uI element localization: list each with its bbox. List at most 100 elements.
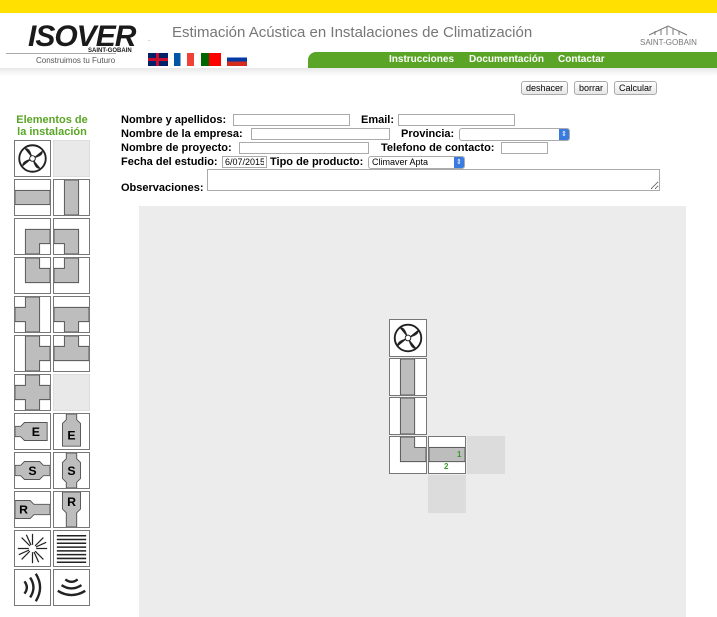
palette-straight-horizontal[interactable] xyxy=(14,179,51,216)
saint-gobain-logo: SAINT-GOBAIN xyxy=(640,24,697,47)
fan-icon xyxy=(393,323,423,353)
producto-select[interactable]: Climaver Apta ⇕ xyxy=(368,156,465,169)
observaciones-textarea[interactable] xyxy=(207,169,660,191)
provincia-label: Provincia: xyxy=(401,128,455,140)
select-arrows-icon: ⇕ xyxy=(559,129,569,140)
design-canvas[interactable]: 1 2 xyxy=(139,206,686,617)
borrar-button[interactable]: borrar xyxy=(574,81,609,95)
nav-contactar[interactable]: Contactar xyxy=(558,54,605,65)
elbow-duct-icon xyxy=(24,228,50,254)
svg-text:R: R xyxy=(19,503,28,517)
fecha-input[interactable] xyxy=(222,156,267,168)
nav-shadow xyxy=(0,68,717,76)
portugal-flag-icon[interactable] xyxy=(200,53,221,66)
proyecto-input[interactable] xyxy=(239,142,369,154)
empresa-label: Nombre de la empresa: xyxy=(121,128,243,140)
svg-text:S: S xyxy=(67,464,75,478)
straight-duct-vertical-icon xyxy=(63,180,80,215)
drop-target-right[interactable] xyxy=(467,436,505,474)
saint-gobain-roof-icon xyxy=(649,25,688,36)
entry-grille-icon: E xyxy=(62,414,81,447)
svg-text:E: E xyxy=(67,429,75,443)
palette-tee-left[interactable] xyxy=(14,296,51,333)
proyecto-label: Nombre de proyecto: xyxy=(121,142,232,154)
palette-elbow-up-right[interactable] xyxy=(14,257,51,294)
empresa-input[interactable] xyxy=(251,128,390,140)
palette-elbow-down-right[interactable] xyxy=(14,218,51,255)
palette-cross[interactable] xyxy=(14,374,51,411)
russia-flag-icon[interactable] xyxy=(227,53,248,66)
straight-duct-horizontal-icon xyxy=(15,189,50,206)
nav-instrucciones[interactable]: Instrucciones xyxy=(389,54,454,65)
connection-label-2: 2 xyxy=(444,462,449,471)
palette-sound-horizontal[interactable] xyxy=(14,569,51,606)
elbow-duct-icon xyxy=(54,258,80,284)
palette-diffuser[interactable] xyxy=(14,530,51,567)
fecha-label: Fecha del estudio: xyxy=(121,156,218,168)
nav-documentacion[interactable]: Documentación xyxy=(469,54,544,65)
partner-logo-text: SAINT-GOBAIN xyxy=(640,38,697,47)
observaciones-label: Observaciones: xyxy=(121,182,204,194)
palette-tee-right[interactable] xyxy=(14,335,51,372)
palette-entry-horizontal[interactable]: E xyxy=(14,413,51,450)
email-label: Email: xyxy=(361,114,395,126)
palette-fan[interactable] xyxy=(14,140,51,177)
select-arrows-icon: ⇕ xyxy=(454,157,464,168)
elbow-duct-icon xyxy=(24,258,50,284)
provincia-select[interactable]: ⇕ xyxy=(459,128,570,141)
tee-duct-icon xyxy=(54,336,89,362)
tee-duct-icon xyxy=(24,336,50,371)
palette-elbow-down-left[interactable] xyxy=(53,218,90,255)
fan-icon xyxy=(18,144,47,173)
palette-straight-vertical[interactable] xyxy=(53,179,90,216)
placed-straight-vertical[interactable] xyxy=(389,358,427,396)
supply-grille-icon: S xyxy=(62,453,81,488)
palette-return-vertical[interactable]: R xyxy=(53,491,90,528)
grille-icon xyxy=(56,534,87,563)
tee-duct-icon xyxy=(15,297,41,332)
elbow-duct-icon xyxy=(399,436,427,463)
palette-supply-horizontal[interactable]: S xyxy=(14,452,51,489)
diffuser-icon xyxy=(17,533,48,564)
isover-logo[interactable]: ISOVER SAINT-GOBAIN xyxy=(28,20,136,54)
france-flag-icon[interactable] xyxy=(174,53,195,66)
entry-grille-icon: E xyxy=(15,422,48,441)
palette-return-horizontal[interactable]: R xyxy=(14,491,51,528)
palette-supply-vertical[interactable]: S xyxy=(53,452,90,489)
tee-duct-icon xyxy=(54,306,89,332)
palette-tee-down[interactable] xyxy=(53,296,90,333)
email-input[interactable] xyxy=(398,114,515,126)
deshacer-button[interactable]: deshacer xyxy=(521,81,569,95)
placed-fan[interactable] xyxy=(389,319,427,357)
title-dot: . xyxy=(148,34,151,43)
palette-tee-up[interactable] xyxy=(53,335,90,372)
tagline-divider xyxy=(6,53,116,54)
palette-elbow-up-left[interactable] xyxy=(53,257,90,294)
placed-straight-vertical[interactable] xyxy=(389,397,427,435)
telefono-input[interactable] xyxy=(501,142,548,154)
tagline: Construimos tu Futuro xyxy=(36,56,116,65)
placed-straight-horizontal[interactable]: 1 2 xyxy=(428,436,466,474)
drop-target-down[interactable] xyxy=(428,475,466,513)
placed-elbow[interactable] xyxy=(389,436,427,474)
top-yellow-bar xyxy=(0,0,717,13)
palette-empty-1 xyxy=(53,140,90,177)
cross-duct-icon xyxy=(15,375,50,410)
straight-duct-vertical-icon xyxy=(399,358,416,396)
elbow-duct-icon xyxy=(54,228,80,254)
svg-text:R: R xyxy=(67,495,76,509)
sidebar-title: Elementos de la instalación xyxy=(16,114,88,138)
app-title: Estimación Acústica en Instalaciones de … xyxy=(172,24,533,41)
supply-grille-icon: S xyxy=(15,461,50,480)
palette-sound-vertical[interactable] xyxy=(53,569,90,606)
palette-grille[interactable] xyxy=(53,530,90,567)
uk-flag-icon[interactable] xyxy=(148,53,168,66)
straight-duct-vertical-icon xyxy=(399,397,416,435)
palette-empty-2 xyxy=(53,374,90,411)
calcular-button[interactable]: Calcular xyxy=(614,81,658,95)
sound-emission-icon xyxy=(23,573,42,602)
svg-text:S: S xyxy=(28,464,36,478)
nombre-input[interactable] xyxy=(233,114,350,126)
main-nav: Instrucciones Documentación Contactar xyxy=(308,52,717,68)
palette-entry-vertical[interactable]: E xyxy=(53,413,90,450)
